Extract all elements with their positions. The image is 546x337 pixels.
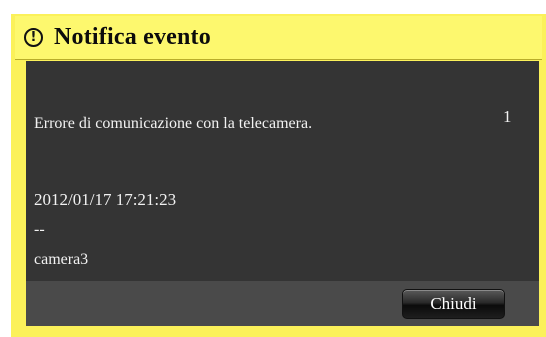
dialog-title-bar: ! Notifica evento	[15, 16, 542, 60]
event-timestamp: 2012/01/17 17:21:23	[34, 190, 177, 209]
event-details-panel: Errore di comunicazione con la telecamer…	[26, 61, 539, 281]
event-count: 1	[503, 107, 512, 126]
event-separator: --	[34, 221, 45, 238]
dialog-title: Notifica evento	[54, 24, 211, 50]
event-message: Errore di comunicazione con la telecamer…	[34, 115, 313, 132]
dialog-button-bar: Chiudi	[26, 281, 539, 326]
close-button[interactable]: Chiudi	[402, 289, 505, 319]
exclamation-circle-icon: !	[24, 28, 43, 47]
event-camera-name: camera3	[34, 251, 89, 268]
